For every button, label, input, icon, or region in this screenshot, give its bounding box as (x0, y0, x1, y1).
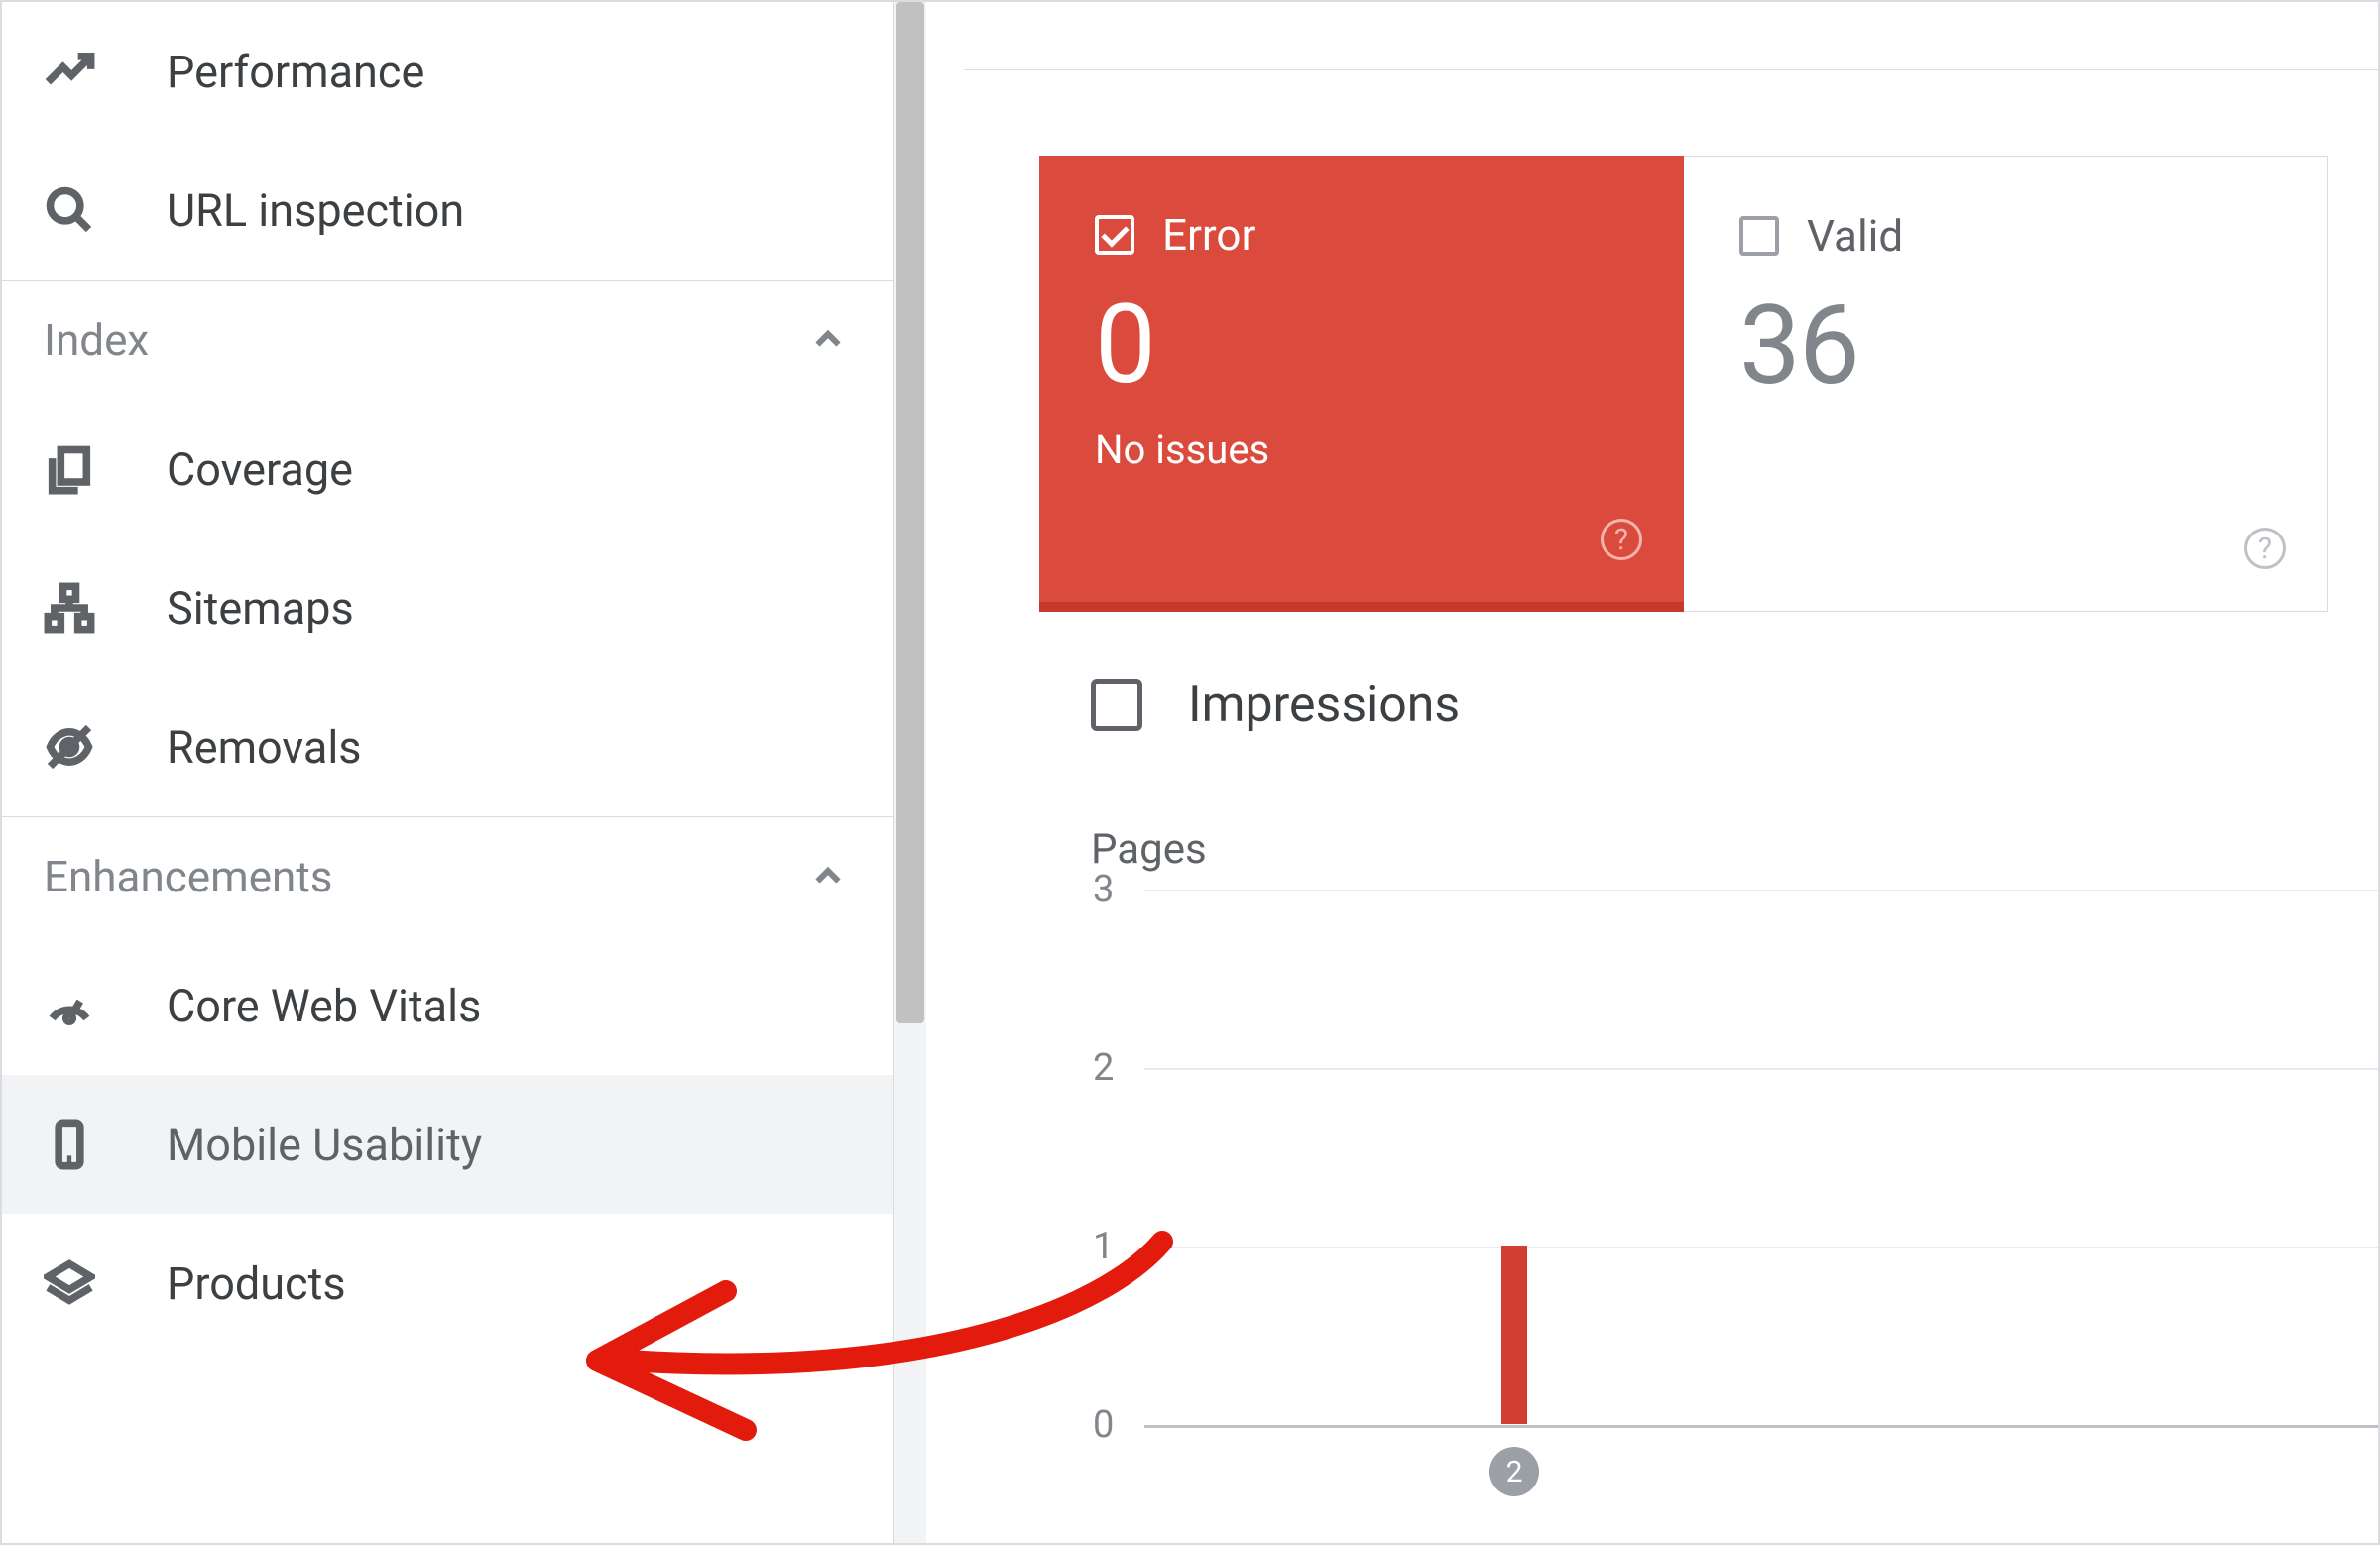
scrollbar-thumb[interactable] (896, 2, 924, 1023)
sidebar-item-label: Mobile Usability (167, 1119, 482, 1171)
sidebar-item-label: Coverage (167, 443, 353, 496)
impressions-toggle[interactable]: Impressions (1091, 676, 1460, 734)
divider (964, 69, 2378, 70)
card-valid[interactable]: Valid 36 ? (1684, 156, 2328, 612)
status-cards: Error 0 No issues ? Valid 36 ? (1039, 156, 2328, 612)
sidebar-item-performance[interactable]: Performance (2, 2, 893, 141)
sidebar-item-mobile-usability[interactable]: Mobile Usability (2, 1075, 893, 1214)
chart: Pages 3 2 1 0 2 (1091, 825, 2378, 1425)
sidebar-item-removals[interactable]: Removals (2, 677, 893, 816)
section-header-index[interactable]: Index (2, 281, 893, 400)
speed-icon (44, 980, 95, 1031)
trending-up-icon (44, 46, 95, 97)
card-count: 0 (1095, 281, 1628, 409)
card-label: Error (1162, 209, 1255, 261)
sidebar-item-label: Sitemaps (167, 582, 354, 635)
section-header-enhancements[interactable]: Enhancements (2, 817, 893, 936)
sidebar-item-core-web-vitals[interactable]: Core Web Vitals (2, 936, 893, 1075)
sidebar-item-label: Performance (167, 46, 424, 98)
card-label: Valid (1807, 210, 1903, 262)
impressions-label: Impressions (1188, 676, 1460, 734)
x-axis (1144, 1425, 2380, 1428)
card-error[interactable]: Error 0 No issues ? (1039, 156, 1684, 612)
help-icon[interactable]: ? (2244, 528, 2286, 569)
ytick: 0 (1093, 1403, 1114, 1447)
section-title: Index (44, 314, 149, 366)
sidebar-scrollbar[interactable] (894, 2, 926, 1543)
gridline (1144, 1068, 2380, 1070)
main-content: Error 0 No issues ? Valid 36 ? Impressio… (964, 2, 2378, 1543)
ytick: 1 (1093, 1225, 1114, 1268)
card-subtext: No issues (1095, 426, 1628, 473)
chevron-up-icon (810, 859, 846, 894)
ytick: 2 (1093, 1046, 1114, 1090)
sidebar-item-label: URL inspection (167, 184, 464, 237)
checkbox-error[interactable] (1095, 215, 1134, 255)
sidebar-item-url-inspection[interactable]: URL inspection (2, 141, 893, 280)
sidebar-item-coverage[interactable]: Coverage (2, 400, 893, 538)
help-icon[interactable]: ? (1601, 519, 1642, 560)
layers-icon (44, 1257, 95, 1309)
sidebar-item-label: Products (167, 1257, 346, 1310)
chart-ylabel: Pages (1091, 825, 2378, 874)
sidebar-item-label: Removals (167, 721, 362, 773)
sidebar-item-label: Core Web Vitals (167, 980, 481, 1032)
chart-bar (1501, 1246, 1527, 1424)
gridline (1144, 890, 2380, 891)
sitemap-icon (44, 582, 95, 634)
checkbox-valid[interactable] (1739, 216, 1779, 256)
chevron-up-icon (810, 322, 846, 358)
card-count: 36 (1739, 282, 2272, 410)
ytick: 3 (1093, 868, 1114, 911)
visibility-off-icon (44, 721, 95, 772)
sidebar-item-sitemaps[interactable]: Sitemaps (2, 538, 893, 677)
gridline (1144, 1247, 2380, 1248)
sidebar: Performance URL inspection Index Coverag… (2, 2, 894, 1543)
search-icon (44, 184, 95, 236)
chart-plot: 3 2 1 0 2 (1144, 890, 2380, 1425)
chart-xmarker: 2 (1489, 1447, 1539, 1496)
pages-icon (44, 443, 95, 495)
section-title: Enhancements (44, 851, 332, 902)
sidebar-item-products[interactable]: Products (2, 1214, 893, 1353)
smartphone-icon (44, 1119, 95, 1170)
checkbox-impressions[interactable] (1091, 679, 1142, 731)
